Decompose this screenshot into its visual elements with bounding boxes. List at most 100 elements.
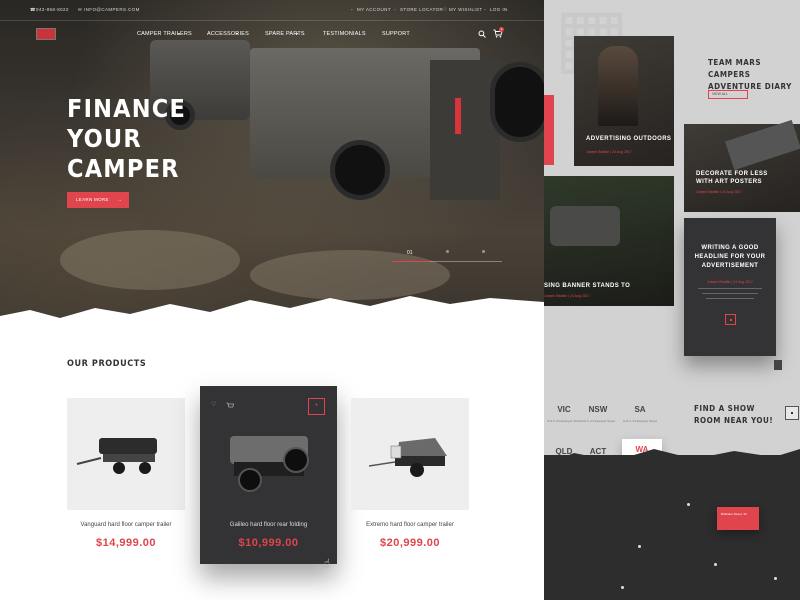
- nav-accessories[interactable]: ACCESSORIES: [207, 31, 249, 37]
- homepage-mockup: ☎ 043-858-8022 ✉ INFO@CAMPERS.COM ◦ MY A…: [0, 0, 544, 600]
- blog-post-meta: Joseph Beattie | 24 Aug 2017: [544, 294, 590, 298]
- blog-post-title-line: DECORATE FOR LESS: [696, 171, 768, 177]
- product-price: $10,999.00: [238, 537, 299, 549]
- blog-post-meta: Joseph Beattie | 24 Aug 2017: [696, 190, 742, 194]
- login-link[interactable]: LOG IN: [490, 7, 508, 12]
- state-nsw[interactable]: NSW: [576, 405, 620, 414]
- hero-title-line: CAMPER: [67, 154, 180, 183]
- nav-camper-trailers[interactable]: CAMPER TRAILERS: [137, 31, 192, 37]
- map-popup-text: Brisbane Street, 33: [721, 512, 747, 516]
- product-card-galileo-hover[interactable]: ♡ + Galileo hard floor rear folding $10,…: [200, 386, 337, 564]
- plus-icon: [730, 319, 732, 321]
- camper-trailer-image: [368, 438, 447, 477]
- product-name[interactable]: Galileo hard floor rear folding: [200, 522, 337, 528]
- location-icon: ◦: [394, 7, 396, 12]
- blog-heading-line: TEAM MARS CAMPERS: [708, 58, 762, 79]
- trailer-wheel: [330, 140, 390, 200]
- hero-title: FINANCE YOUR CAMPER: [67, 94, 267, 184]
- map-popup[interactable]: Brisbane Street, 33: [717, 507, 759, 530]
- hero-banner: ☎ 043-858-8022 ✉ INFO@CAMPERS.COM ◦ MY A…: [0, 0, 544, 330]
- blog-post-title[interactable]: WRITING A GOOD HEADLINE FOR YOUR ADVERTI…: [684, 244, 776, 271]
- blog-post-card[interactable]: ADVERTISING OUTDOORS Joseph Beattie | 24…: [574, 36, 674, 166]
- blog-post-card[interactable]: SING BANNER STANDS TO Joseph Beattie | 2…: [544, 176, 674, 306]
- add-to-cart-button[interactable]: +: [308, 398, 325, 415]
- wishlist-link[interactable]: MY WISHLIST: [449, 7, 483, 12]
- slide-number: 01: [407, 250, 413, 256]
- slide-dot-2[interactable]: [446, 250, 449, 253]
- showroom-heading: FIND A SHOW ROOM NEAR YOU!: [694, 403, 794, 427]
- blog-and-showroom-mockup: ▦ TEAM MARS CAMPERS ADVENTURE DIARY VIEW…: [544, 0, 800, 600]
- blog-post-title[interactable]: SING BANNER STANDS TO: [544, 283, 630, 289]
- ground-texture: [60, 230, 240, 290]
- map-pin[interactable]: [774, 577, 777, 580]
- brand-logo[interactable]: [36, 28, 56, 40]
- arrow-right-icon: →: [116, 197, 122, 203]
- topbar-divider: [0, 20, 544, 21]
- blog-heading: TEAM MARS CAMPERS ADVENTURE DIARY: [708, 57, 798, 93]
- accent-strip: [544, 95, 554, 165]
- camper-trailer-image: [76, 438, 157, 474]
- product-price: $14,999.00: [95, 537, 157, 549]
- my-account-link[interactable]: MY ACCOUNT: [357, 7, 391, 12]
- slide-indicator-active[interactable]: [392, 261, 430, 262]
- mail-icon: ✉: [78, 7, 83, 12]
- heart-icon: ♡: [443, 7, 448, 12]
- product-price: $20,999.00: [379, 537, 441, 549]
- search-icon[interactable]: [478, 30, 486, 38]
- map-pin[interactable]: [621, 586, 624, 589]
- map-area[interactable]: Brisbane Street, 33: [544, 449, 800, 600]
- brush-divider: [0, 296, 544, 340]
- slide-dot-3[interactable]: [482, 250, 485, 253]
- read-more-button[interactable]: [725, 314, 736, 325]
- cart-icon[interactable]: [226, 402, 234, 409]
- trailer-spare-side: [430, 60, 500, 200]
- view-all-button[interactable]: VIEW ALL: [708, 90, 748, 99]
- state-sa[interactable]: SA: [620, 405, 660, 414]
- nav-spare-parts[interactable]: SPARE PARTS: [265, 31, 305, 37]
- vehicle-photo: [550, 206, 620, 246]
- blog-post-title[interactable]: DECORATE FOR LESS WITH ART POSTERS: [696, 170, 768, 186]
- account-icon: ◦: [351, 7, 353, 12]
- locate-icon: [791, 412, 793, 414]
- map-pin[interactable]: [638, 545, 641, 548]
- blog-post-title-line: ADVERTISEMENT: [701, 263, 759, 269]
- blog-post-meta: Joseph Beattie | 24 Aug 2017: [586, 150, 632, 154]
- blog-post-title-line: HEADLINE FOR YOUR: [694, 254, 766, 260]
- map-brush-edge: [544, 449, 800, 475]
- blog-post-excerpt: [698, 288, 762, 304]
- slide-indicator-track: [430, 261, 502, 262]
- product-image-vanguard[interactable]: [67, 398, 185, 510]
- blog-post-card-text[interactable]: WRITING A GOOD HEADLINE FOR YOUR ADVERTI…: [684, 218, 776, 356]
- text-line: [702, 293, 758, 294]
- product-name[interactable]: Vanguard hard floor camper trailer: [67, 522, 185, 528]
- store-locator-link[interactable]: STORE LOCATOR: [400, 7, 443, 12]
- cart-count-badge: 2: [499, 27, 504, 32]
- trailer-tail-light: [455, 98, 461, 134]
- products-heading: OUR PRODUCTS: [67, 359, 147, 369]
- phone-number: 043-858-8022: [36, 7, 69, 12]
- text-line: [706, 298, 754, 299]
- product-name[interactable]: Extremo hard floor camper trailer: [351, 522, 469, 528]
- locate-button[interactable]: [785, 406, 799, 420]
- product-image-extremo[interactable]: [351, 398, 469, 510]
- vehicle-photo: [725, 119, 800, 171]
- nav-testimonials[interactable]: TESTIMONIALS: [323, 31, 366, 37]
- chevron-down-icon: ▾: [296, 31, 299, 36]
- blog-post-card[interactable]: DECORATE FOR LESS WITH ART POSTERS Josep…: [684, 119, 800, 212]
- spare-wheel: [490, 62, 544, 142]
- blog-post-title[interactable]: ADVERTISING OUTDOORS: [586, 136, 671, 142]
- person-photo: [598, 46, 638, 126]
- showroom-heading-line: FIND A SHOW: [694, 404, 755, 413]
- state-address: Unit 6, 24 Example Street: [580, 419, 616, 423]
- chevron-down-icon: ▾: [236, 31, 239, 36]
- map-pin[interactable]: [687, 503, 690, 506]
- heart-icon[interactable]: ♡: [211, 401, 216, 408]
- text-line: [698, 288, 762, 289]
- chevron-down-icon: ▾: [178, 31, 181, 36]
- learn-more-button[interactable]: LEARN MORE →: [67, 192, 129, 208]
- email-link[interactable]: INFO@CAMPERS.COM: [84, 7, 140, 12]
- scroll-handle[interactable]: [774, 360, 782, 370]
- nav-support[interactable]: SUPPORT: [382, 31, 410, 37]
- cursor-pointer-icon: ☝: [324, 558, 331, 569]
- map-pin[interactable]: [714, 563, 717, 566]
